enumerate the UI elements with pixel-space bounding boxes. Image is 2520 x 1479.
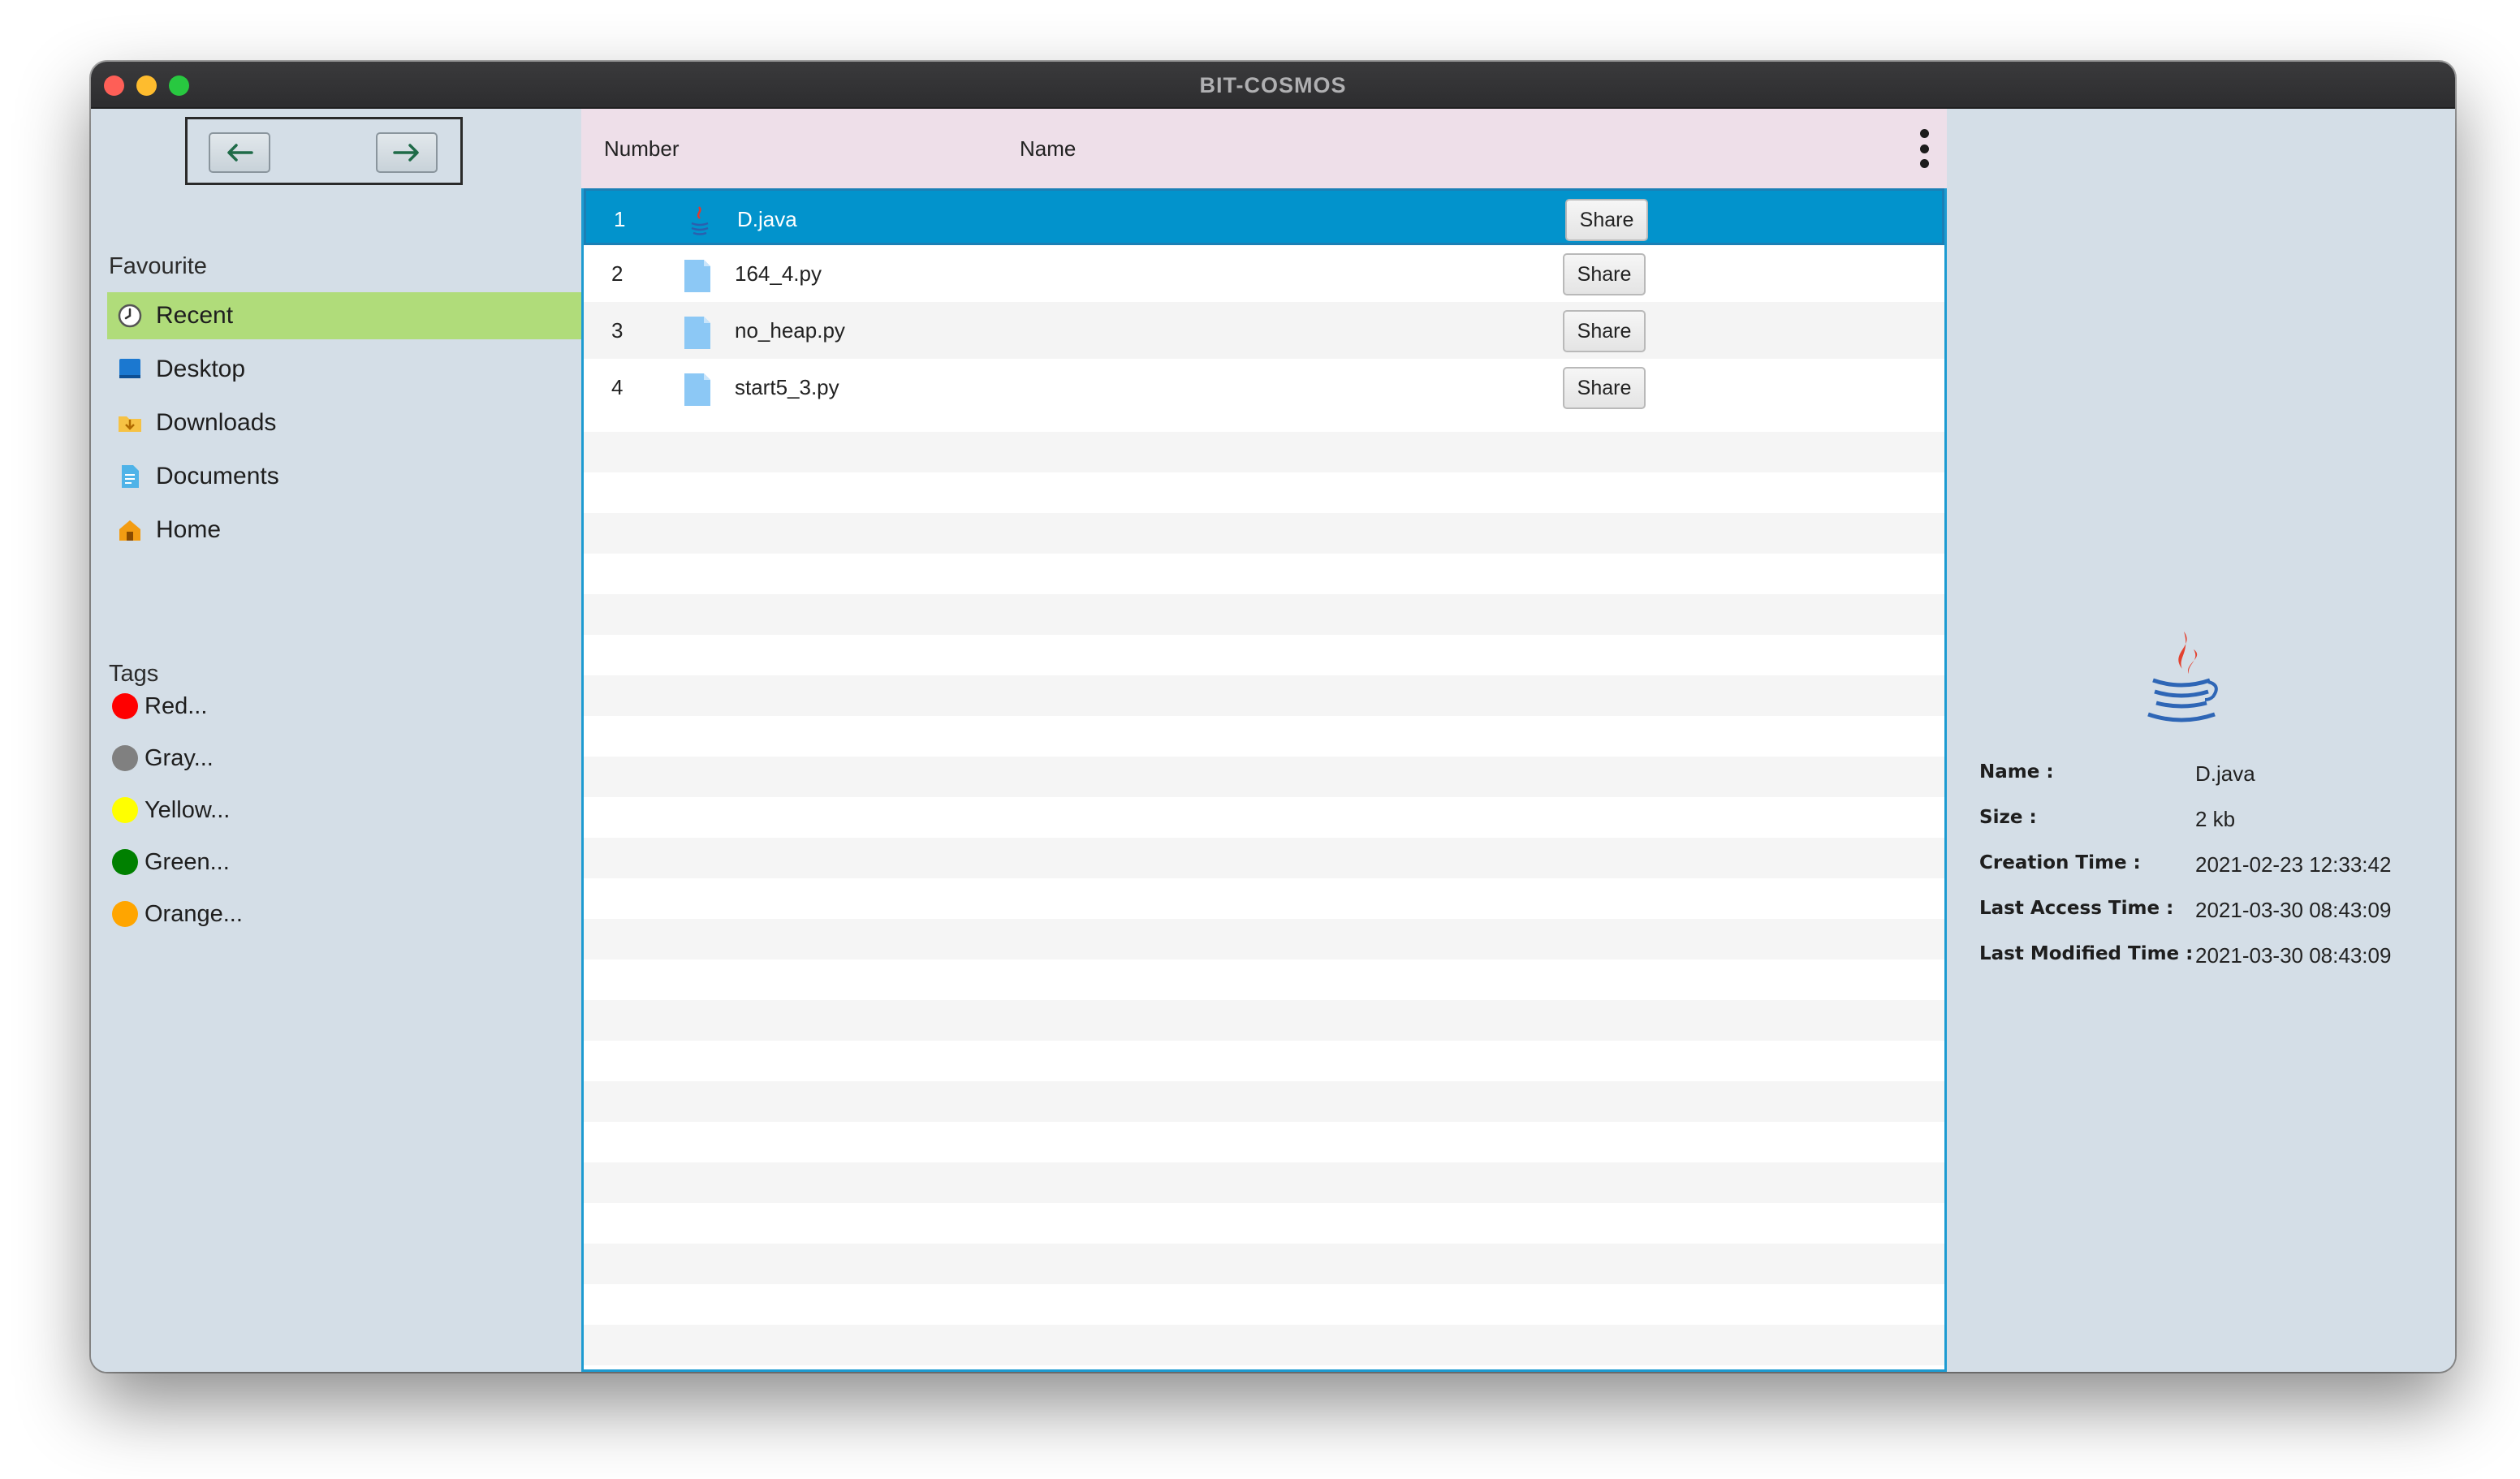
red-tag-dot-icon <box>112 693 138 719</box>
tag-item-gray[interactable]: Gray... <box>112 739 214 778</box>
file-details-panel: Name : D.java Size : 2 kb Creation Time … <box>1947 109 2455 1372</box>
java-logo-icon <box>2147 632 2218 722</box>
orange-tag-dot-icon <box>112 901 138 927</box>
row-number: 3 <box>611 318 624 343</box>
detail-size-label: Size : <box>1979 807 2037 828</box>
detail-creation-value: 2021-02-23 12:33:42 <box>2195 852 2392 877</box>
detail-access-label: Last Access Time : <box>1979 898 2174 919</box>
table-row[interactable]: 2 164_4.py Share <box>584 245 1944 302</box>
detail-row-last-modified-time: Last Modified Time : 2021-03-30 08:43:09 <box>1979 943 2450 976</box>
forward-button[interactable] <box>376 132 438 173</box>
share-button[interactable]: Share <box>1563 253 1646 295</box>
file-icon <box>683 317 712 349</box>
tag-item-orange[interactable]: Orange... <box>112 895 243 934</box>
share-button[interactable]: Share <box>1563 367 1646 409</box>
app-window: BIT-COSMOS Favourite Recent Desktop Down… <box>91 62 2455 1372</box>
desktop-icon <box>117 356 143 382</box>
tag-label: Yellow... <box>145 796 231 823</box>
green-tag-dot-icon <box>112 849 138 875</box>
column-header-name[interactable]: Name <box>1020 109 1076 188</box>
file-icon <box>683 373 712 406</box>
gray-tag-dot-icon <box>112 745 138 771</box>
tag-item-red[interactable]: Red... <box>112 687 207 726</box>
row-number: 2 <box>611 261 624 286</box>
downloads-folder-icon <box>117 410 143 436</box>
detail-row-last-access-time: Last Access Time : 2021-03-30 08:43:09 <box>1979 898 2450 930</box>
tags-heading: Tags <box>109 661 159 687</box>
java-file-icon <box>685 205 714 238</box>
detail-row-name: Name : D.java <box>1979 761 2450 794</box>
row-number: 1 <box>614 207 626 231</box>
table-row[interactable]: 3 no_heap.py Share <box>584 302 1944 359</box>
tag-label: Green... <box>145 848 230 875</box>
arrow-left-icon <box>227 144 253 162</box>
sidebar-item-label: Desktop <box>156 356 246 382</box>
tag-label: Orange... <box>145 900 243 927</box>
tag-item-yellow[interactable]: Yellow... <box>112 791 230 830</box>
sidebar: Favourite Recent Desktop Downloads Docum… <box>91 109 581 1372</box>
more-options-icon[interactable] <box>1914 127 1934 170</box>
file-table: Number Name 1 D.java Share 2 164_4.py Sh… <box>581 109 1947 1372</box>
detail-creation-label: Creation Time : <box>1979 852 2141 873</box>
detail-row-size: Size : 2 kb <box>1979 807 2450 839</box>
home-icon <box>117 517 143 543</box>
sidebar-item-label: Recent <box>156 302 234 329</box>
table-row[interactable]: 4 start5_3.py Share <box>584 359 1944 416</box>
detail-size-value: 2 kb <box>2195 807 2236 831</box>
document-icon <box>117 464 143 489</box>
tag-item-green[interactable]: Green... <box>112 843 230 882</box>
window-title: BIT-COSMOS <box>1199 73 1347 97</box>
row-number: 4 <box>611 375 624 399</box>
file-name: no_heap.py <box>735 318 845 343</box>
table-row[interactable]: 1 D.java Share <box>584 188 1944 245</box>
detail-modified-label: Last Modified Time : <box>1979 943 2194 964</box>
column-header-number[interactable]: Number <box>604 109 679 188</box>
sidebar-item-home[interactable]: Home <box>107 507 581 554</box>
file-icon <box>683 260 712 292</box>
share-button[interactable]: Share <box>1565 199 1648 241</box>
tag-label: Red... <box>145 692 208 719</box>
sidebar-item-recent[interactable]: Recent <box>107 292 581 339</box>
navigation-controls <box>185 117 463 185</box>
detail-row-creation-time: Creation Time : 2021-02-23 12:33:42 <box>1979 852 2450 885</box>
detail-access-value: 2021-03-30 08:43:09 <box>2195 898 2392 922</box>
title-bar: BIT-COSMOS <box>91 62 2455 109</box>
sidebar-item-desktop[interactable]: Desktop <box>107 346 581 393</box>
favourite-heading: Favourite <box>109 253 207 279</box>
detail-name-value: D.java <box>2195 761 2255 786</box>
yellow-tag-dot-icon <box>112 797 138 823</box>
detail-name-label: Name : <box>1979 761 2054 783</box>
back-button[interactable] <box>209 132 270 173</box>
sidebar-item-label: Downloads <box>156 409 277 436</box>
sidebar-item-documents[interactable]: Documents <box>107 453 581 500</box>
file-name: start5_3.py <box>735 375 839 399</box>
sidebar-item-label: Home <box>156 516 222 543</box>
sidebar-item-label: Documents <box>156 463 279 489</box>
arrow-right-icon <box>393 144 419 162</box>
table-header: Number Name <box>581 109 1947 188</box>
clock-icon <box>117 303 143 329</box>
sidebar-item-downloads[interactable]: Downloads <box>107 399 581 446</box>
file-name: D.java <box>737 207 797 231</box>
table-body: 1 D.java Share 2 164_4.py Share 3 no_hea… <box>581 188 1947 1372</box>
share-button[interactable]: Share <box>1563 310 1646 352</box>
tag-label: Gray... <box>145 744 214 771</box>
file-name: 164_4.py <box>735 261 822 286</box>
detail-modified-value: 2021-03-30 08:43:09 <box>2195 943 2392 968</box>
